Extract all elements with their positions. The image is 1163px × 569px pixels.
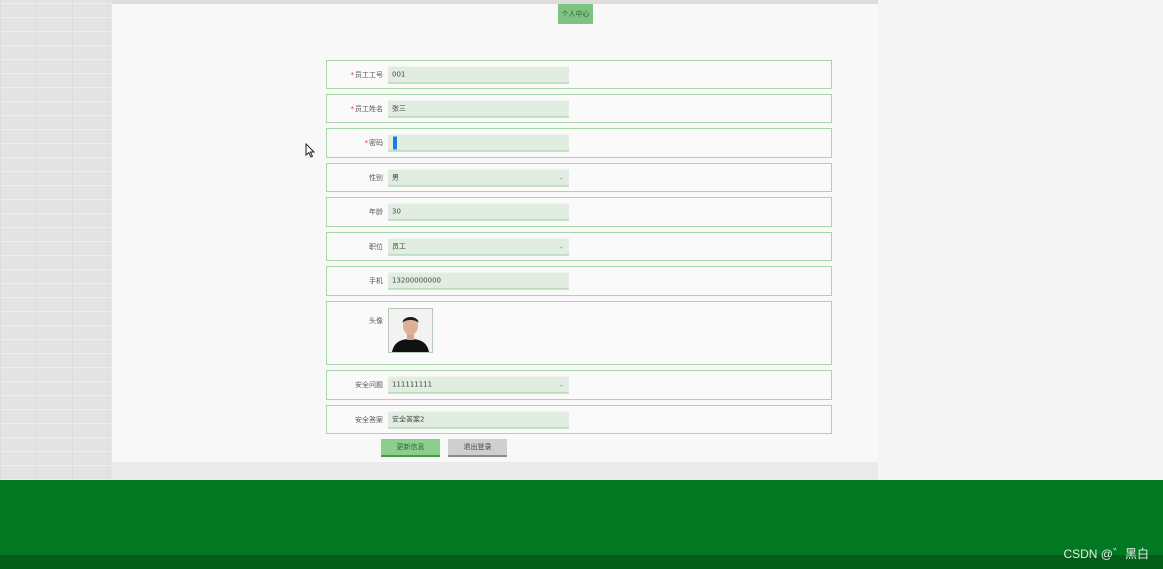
form-row-security-question: 安全问题 111111111 ⌄ bbox=[326, 370, 832, 400]
position-value: 员工 bbox=[392, 242, 406, 250]
panel-bottom-strip bbox=[112, 462, 878, 480]
gender-select[interactable]: 男 ⌄ bbox=[388, 169, 569, 186]
form-row-age: 年龄 30 bbox=[326, 197, 832, 227]
logout-button[interactable]: 退出登录 bbox=[448, 439, 507, 457]
field-label: 手机 bbox=[369, 277, 383, 285]
chevron-down-icon: ⌄ bbox=[558, 242, 564, 250]
footer bbox=[0, 480, 1163, 555]
field-label: *员工工号 bbox=[350, 70, 384, 79]
field-label: 头像 bbox=[369, 317, 383, 325]
chevron-down-icon: ⌄ bbox=[558, 380, 564, 389]
field-label: 职位 bbox=[369, 242, 383, 251]
form-row-password: *密码 bbox=[326, 128, 832, 158]
field-label: 性别 bbox=[369, 173, 383, 182]
form-row-phone: 手机 13200000000 bbox=[326, 266, 832, 296]
gender-value: 男 bbox=[392, 173, 399, 181]
form-row-employee-name: *员工姓名 张三 bbox=[326, 94, 832, 123]
avatar-image bbox=[389, 309, 432, 352]
field-label: 安全问题 bbox=[355, 381, 383, 389]
age-input[interactable]: 30 bbox=[388, 203, 569, 221]
field-label: *密码 bbox=[364, 139, 384, 147]
employee-name-input[interactable]: 张三 bbox=[388, 100, 569, 117]
text-cursor bbox=[393, 136, 397, 150]
form-row-avatar: 头像 bbox=[326, 301, 832, 365]
form-row-gender: 性别 男 ⌄ bbox=[326, 163, 832, 192]
field-label: *员工姓名 bbox=[350, 104, 384, 113]
update-info-button[interactable]: 更新信息 bbox=[381, 439, 440, 457]
field-label: 安全答案 bbox=[355, 415, 383, 424]
security-question-value: 111111111 bbox=[392, 380, 433, 389]
avatar-upload[interactable] bbox=[388, 308, 433, 353]
security-answer-input[interactable]: 安全答案2 bbox=[388, 411, 569, 428]
footer-strip bbox=[0, 555, 1163, 569]
phone-input[interactable]: 13200000000 bbox=[388, 272, 569, 290]
password-input[interactable] bbox=[388, 134, 569, 152]
form-row-security-answer: 安全答案 安全答案2 bbox=[326, 405, 832, 434]
field-label: 年龄 bbox=[369, 208, 383, 216]
chevron-down-icon: ⌄ bbox=[558, 173, 564, 181]
position-select[interactable]: 员工 ⌄ bbox=[388, 238, 569, 255]
mouse-pointer-icon bbox=[305, 143, 315, 158]
employee-id-input[interactable]: 001 bbox=[388, 66, 569, 83]
form-row-position: 职位 员工 ⌄ bbox=[326, 232, 832, 261]
tab-personal-center[interactable]: 个人中心 bbox=[558, 4, 593, 24]
security-question-select[interactable]: 111111111 ⌄ bbox=[388, 376, 569, 394]
right-pane bbox=[878, 0, 1163, 480]
form-row-employee-id: *员工工号 001 bbox=[326, 60, 832, 89]
watermark: CSDN @゛黑白 bbox=[1063, 547, 1149, 561]
